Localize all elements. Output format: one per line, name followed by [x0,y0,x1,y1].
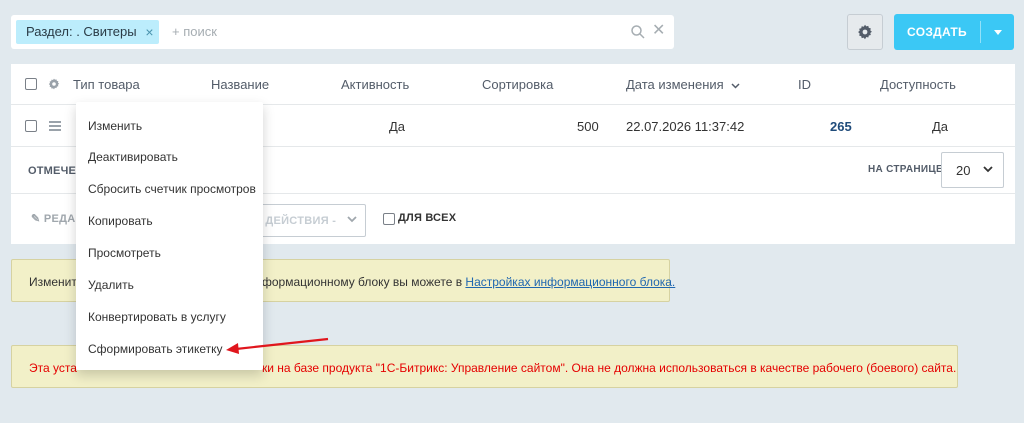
search-icon[interactable] [630,24,646,40]
create-button-label: СОЗДАТЬ [907,25,967,39]
iblock-settings-link[interactable]: Настройках информационного блока. [465,275,675,289]
row-menu-icon[interactable] [49,121,61,133]
info-notice-text-end: формационному блоку вы можете в [262,275,466,289]
column-header-sort[interactable]: Сортировка [482,77,553,92]
column-header-date-label: Дата изменения [626,77,724,92]
menu-item-deactivate[interactable]: Деактивировать [88,150,178,164]
gear-icon[interactable] [48,78,60,90]
per-page-label: НА СТРАНИЦЕ: [868,164,947,175]
create-button[interactable]: СОЗДАТЬ [894,14,1014,50]
menu-item-reset-views[interactable]: Сбросить счетчик просмотров [88,182,256,196]
actions-select-value: - ДЕЙСТВИЯ - [258,215,337,227]
chevron-down-icon [983,166,993,173]
tag-remove-icon[interactable]: × [145,20,153,44]
filter-tag[interactable]: Раздел: . Свитеры × [16,20,159,44]
for-all-label: ДЛЯ ВСЕХ [398,212,457,224]
chevron-down-icon [347,216,357,223]
menu-item-convert-service[interactable]: Конвертировать в услугу [88,310,226,324]
menu-item-view[interactable]: Просмотреть [88,246,161,260]
for-all-checkbox[interactable]: ДЛЯ ВСЕХ [383,212,457,225]
annotation-arrow-icon [226,337,329,354]
filter-search-bar[interactable]: Раздел: . Свитеры × + поиск ✕ [11,15,674,49]
column-header-name[interactable]: Название [211,77,269,92]
column-header-availability[interactable]: Доступность [880,77,956,92]
cell-activity: Да [389,119,406,134]
menu-item-delete[interactable]: Удалить [88,278,134,292]
edit-button[interactable]: ✎ РЕДА [31,212,76,225]
menu-item-edit[interactable]: Изменить [88,119,142,133]
search-input[interactable]: + поиск [172,24,217,39]
grid-header: Тип товара Название Активность Сортировк… [11,64,1015,105]
select-all-checkbox[interactable] [25,78,37,90]
per-page-select[interactable]: 20 [941,152,1004,188]
warning-notice-text-start: Эта уста [29,361,77,375]
sort-chevron-icon [731,83,740,89]
clear-icon[interactable]: ✕ [652,23,665,39]
info-notice-text: формационному блоку вы можете в Настройк… [262,275,675,289]
row-checkbox[interactable] [25,120,37,132]
create-dropdown-toggle[interactable] [981,14,1014,50]
column-header-id[interactable]: ID [798,77,811,92]
column-header-type[interactable]: Тип товара [73,77,140,92]
gear-icon [858,24,872,40]
info-notice-text-start: Изменит [29,275,77,289]
warning-notice-text-end: ки на базе продукта "1С-Битрикс: Управле… [262,361,957,375]
column-header-date[interactable]: Дата изменения [626,77,740,92]
cell-sort: 500 [577,119,599,134]
per-page-value: 20 [956,163,971,178]
chevron-down-icon [993,29,1002,35]
column-header-activity[interactable]: Активность [341,77,409,92]
settings-button[interactable] [847,14,883,50]
filter-tag-label: Раздел: . Свитеры [26,24,137,39]
menu-item-generate-label[interactable]: Сформировать этикетку [88,342,223,356]
for-all-checkbox-box[interactable] [383,213,395,225]
edit-button-label: РЕДА [43,213,76,225]
menu-item-copy[interactable]: Копировать [88,214,153,228]
cell-availability: Да [932,119,949,134]
cell-date: 22.07.2026 11:37:42 [626,119,745,134]
cell-id[interactable]: 265 [830,119,852,134]
pencil-icon: ✎ [31,213,41,225]
